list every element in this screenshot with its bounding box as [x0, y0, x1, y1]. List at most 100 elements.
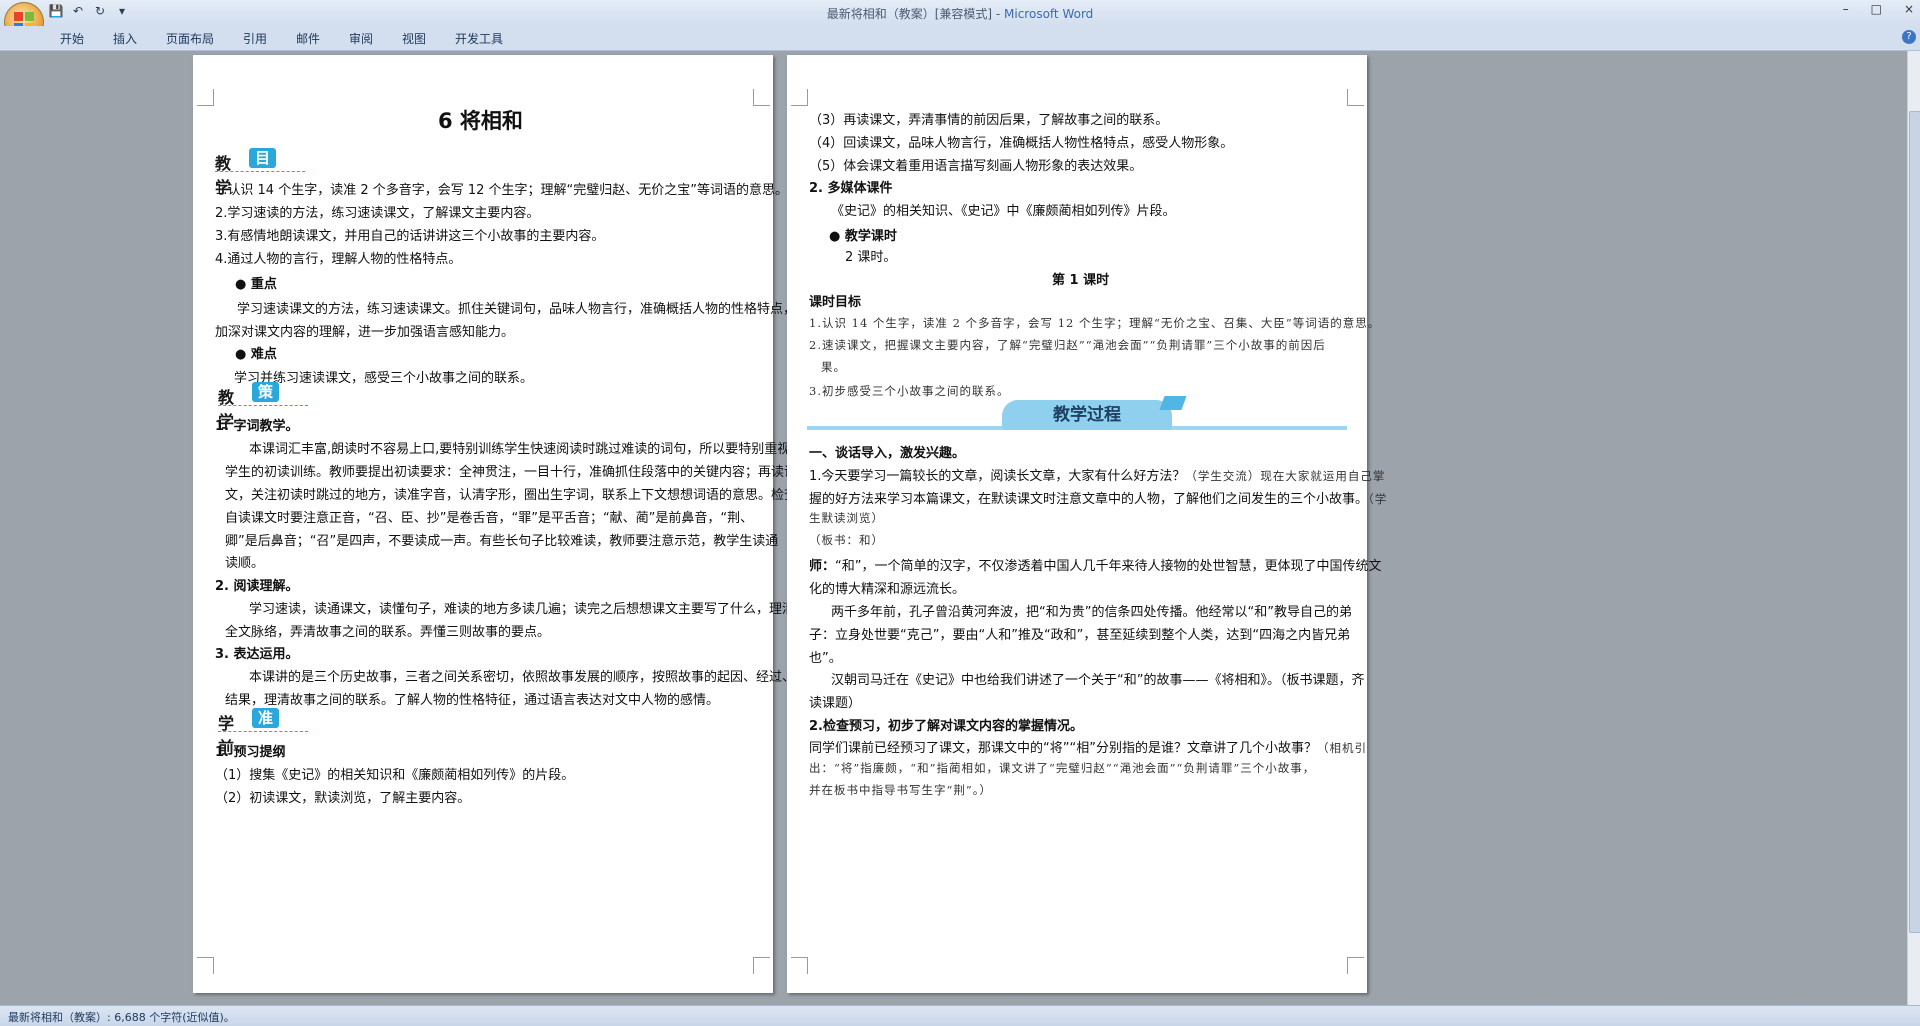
step-text: 同学们课前已经预习了课文，那课文中的“将”“相”分别指的是谁？文章讲了几个小故事… — [809, 737, 1367, 756]
strategy-text: 学生的初读训练。教师要提出初读要求：全神贯注，一目十行，准确抓住段落中的关键内容… — [225, 465, 798, 480]
page-title: 6 将相和 — [438, 109, 523, 133]
prep-item: （5）体会课文着重用语言描写刻画人物形象的表达效果。 — [809, 159, 1143, 174]
banner-title: 教学过程 — [1002, 400, 1172, 430]
tab-view[interactable]: 视图 — [402, 30, 426, 47]
paragraph-text: 子：立身处世要“克己”，要由“人和”推及“政和”，甚至延续到整个人类，达到“四海… — [809, 628, 1351, 643]
paragraph-text: 汉朝司马迁在《史记》中也给我们讲述了一个关于“和”的故事——《将相和》。（板书课… — [831, 673, 1365, 688]
crop-mark — [791, 89, 808, 106]
teacher-line: 师：“和”，一个简单的汉字，不仅渗透着中国人几千年来待人接物的处世智慧，更体现了… — [809, 555, 1382, 574]
strategy-text: 本课词汇丰富,朗读时不容易上口,要特别训练学生快速阅读时跳过难读的词句，所以要特… — [249, 442, 791, 457]
strategy-text: 学习速读，读通课文，读懂句子，难读的地方多读几遍；读完之后想想课文主要写了什么，… — [249, 602, 796, 617]
lesson-title: 第 1 课时 — [1052, 273, 1110, 288]
paragraph-text: 也”。 — [809, 651, 842, 666]
section-head-underline — [218, 405, 308, 406]
prep-item: （2）初读课文，默读浏览，了解主要内容。 — [215, 791, 471, 806]
teacher-label: 师： — [809, 559, 836, 574]
key-point-text: 学习速读课文的方法，练习速读课文。抓住关键词句，品味人物言行，准确概括人物的性格… — [237, 302, 797, 317]
lesson-goal-item: 1.认识 14 个生字，读准 2 个多音字，会写 12 个生字；理解“无价之宝、… — [809, 316, 1381, 330]
process-banner: 教学过程 — [807, 396, 1347, 434]
crop-mark — [753, 89, 770, 106]
lesson-goal-item: 3.初步感受三个小故事之间的联系。 — [809, 384, 1010, 398]
key-point-label: ● 重点 — [235, 277, 277, 292]
step-text-note: （学 — [1368, 492, 1388, 506]
goal-item: 1.认识 14 个生字，读准 2 个多音字，会写 12 个生字；理解“完璧归赵、… — [215, 183, 789, 198]
section-head-underline — [215, 171, 305, 172]
step-text-note: （相机引 — [1316, 741, 1367, 755]
step-text-main: 1.今天要学习一篇较长的文章，阅读长文章，大家有什么好方法？ — [809, 469, 1186, 484]
lesson-hours-text: 2 课时。 — [845, 250, 897, 265]
crop-mark — [197, 89, 214, 106]
goal-item: 3.有感情地朗读课文，并用自己的话讲讲这三个小故事的主要内容。 — [215, 229, 605, 244]
paragraph-text: 两千多年前，孔子曾沿黄河奔波，把“和为贵”的信条四处传播。他经常以“和”教导自己… — [831, 605, 1352, 620]
tab-insert[interactable]: 插入 — [113, 30, 137, 47]
paragraph-text: 读课题） — [809, 696, 862, 711]
tab-references[interactable]: 引用 — [243, 30, 267, 47]
prep-item: （3）再读课文，弄清事情的前因后果，了解故事之间的联系。 — [809, 113, 1169, 128]
ribbon-tabs: 开始 插入 页面布局 引用 邮件 审阅 视图 开发工具 ? — [0, 26, 1920, 51]
crop-mark — [791, 957, 808, 974]
strategy-title: 3. 表达运用。 — [215, 647, 299, 662]
lesson-goal-item: 果。 — [821, 360, 846, 374]
strategy-text: 结果，理清故事之间的联系。了解人物的性格特征，通过语言表达对文中人物的感情。 — [225, 693, 720, 708]
window-title: 最新将相和（教案）[兼容模式] - Microsoft Word — [0, 5, 1920, 22]
media-text: 《史记》的相关知识、《史记》中《廉颇蔺相如列传》片段。 — [831, 204, 1176, 219]
minimize-button[interactable]: – — [1843, 2, 1849, 16]
step-title: 2.检查预习，初步了解对课文内容的掌握情况。 — [809, 719, 1083, 734]
crop-mark — [753, 957, 770, 974]
strategy-text: 本课讲的是三个历史故事，三者之间关系密切，依照故事发展的顺序，按照故事的起因、经… — [249, 670, 796, 685]
step-text-note: 出：“将”指廉颇，“和”指蔺相如，课文讲了“完璧归赵”“渑池会面”“负荆请罪”三… — [809, 761, 1316, 775]
document-title: 最新将相和（教案）[兼容模式] - — [826, 7, 1005, 21]
window-controls: – □ × — [1843, 2, 1914, 16]
step-text: 握的好方法来学习本篇课文，在默读课文时注意文章中的人物，了解他们之间发生的三个小… — [809, 488, 1387, 507]
crop-mark — [1347, 957, 1364, 974]
teacher-text: “和”，一个简单的汉字，不仅渗透着中国人几千年来待人接物的处世智慧，更体现了中国… — [835, 559, 1382, 574]
tab-mailings[interactable]: 邮件 — [296, 30, 320, 47]
tab-page-layout[interactable]: 页面布局 — [166, 30, 214, 47]
scrollbar-thumb[interactable] — [1909, 111, 1920, 933]
section-head-badge: 目标 — [249, 148, 277, 187]
tab-review[interactable]: 审阅 — [349, 30, 373, 47]
strategy-text: 自读课文时要注意正音，“召、臣、抄”是卷舌音，“罪”是平舌音；“献、蔺”是前鼻音… — [225, 511, 754, 526]
section-head-badge: 策略 — [252, 382, 280, 421]
board-note: （板书：和） — [809, 533, 884, 547]
document-area[interactable]: 6 将相和 教学 目标 1.认识 14 个生字，读准 2 个多音字，会写 12 … — [0, 51, 1908, 1005]
title-bar: 💾 ↶ ↻ ▾ 最新将相和（教案）[兼容模式] - Microsoft Word… — [0, 0, 1920, 42]
strategy-text: 全文脉络，弄清故事之间的联系。弄懂三则故事的要点。 — [225, 625, 551, 640]
page-2: （3）再读课文，弄清事情的前因后果，了解故事之间的联系。 （4）回读课文，品味人… — [787, 55, 1386, 993]
prep-title: 1. 预习提纲 — [215, 745, 286, 760]
tab-home[interactable]: 开始 — [60, 30, 84, 47]
strategy-title: 1. 字词教学。 — [215, 419, 299, 434]
help-icon[interactable]: ? — [1902, 30, 1916, 44]
section-head-underline — [218, 731, 308, 732]
strategy-text: 文，关注初读时跳过的地方，读准字音，认清字形，圈出生字词，联系上下文想想词语的意… — [225, 488, 798, 503]
step-text-note: 生默读浏览） — [809, 511, 884, 525]
step-text-main: 握的好方法来学习本篇课文，在默读课文时注意文章中的人物，了解他们之间发生的三个小… — [809, 492, 1369, 507]
strategy-title: 2. 阅读理解。 — [215, 579, 299, 594]
crop-mark — [197, 957, 214, 974]
step-text: 1.今天要学习一篇较长的文章，阅读长文章，大家有什么好方法？（学生交流）现在大家… — [809, 465, 1385, 484]
step-text-main: 同学们课前已经预习了课文，那课文中的“将”“相”分别指的是谁？文章讲了几个小故事… — [809, 741, 1317, 756]
prep-item: （4）回读课文，品味人物言行，准确概括人物性格特点，感受人物形象。 — [809, 136, 1234, 151]
step-text-note: （学生交流）现在大家就运用自己掌 — [1185, 469, 1386, 483]
app-name: Microsoft Word — [1004, 7, 1094, 21]
status-word-count[interactable]: 最新将相和（教案）: 6,688 个字符(近似值)。 — [8, 1009, 235, 1025]
tab-developer[interactable]: 开发工具 — [455, 30, 503, 47]
maximize-button[interactable]: □ — [1871, 2, 1882, 16]
lesson-goal-title: 课时目标 — [809, 295, 862, 310]
step-text-note: 并在板书中指导书写生字“荆”。） — [809, 783, 993, 797]
banner-flag-icon — [1159, 396, 1187, 410]
teacher-text: 化的博大精深和源远流长。 — [809, 582, 966, 597]
strategy-text: 卿”是后鼻音；“召”是四声，不要读成一声。有些长句子比较难读，教师要注意示范，教… — [225, 534, 779, 549]
crop-mark — [1347, 89, 1364, 106]
difficulty-label: ● 难点 — [235, 347, 277, 362]
step-title: 一、谈话导入，激发兴趣。 — [809, 446, 966, 461]
lesson-hours-label: ● 教学课时 — [829, 229, 897, 244]
lesson-goal-item: 2.速读课文，把握课文主要内容，了解“完璧归赵”“渑池会面”“负荆请罪”三个小故… — [809, 338, 1326, 352]
strategy-text: 读顺。 — [225, 556, 265, 571]
section-head-badge: 准备 — [252, 708, 280, 747]
close-button[interactable]: × — [1904, 2, 1914, 16]
goal-item: 2.学习速读的方法，练习速读课文，了解课文主要内容。 — [215, 206, 540, 221]
vertical-scrollbar[interactable] — [1907, 51, 1920, 1005]
goal-item: 4.通过人物的言行，理解人物的性格特点。 — [215, 252, 462, 267]
media-title: 2. 多媒体课件 — [809, 181, 893, 196]
